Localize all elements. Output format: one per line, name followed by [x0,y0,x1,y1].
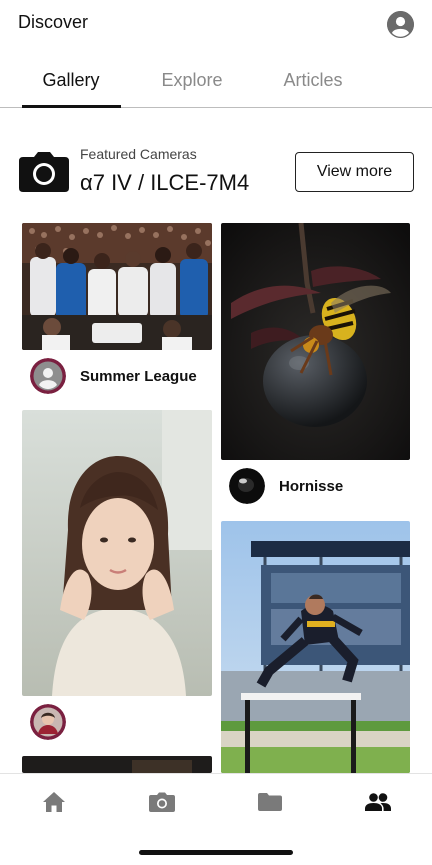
account-circle-icon[interactable] [387,11,414,38]
nav-folder[interactable] [256,790,284,814]
home-icon [43,792,65,812]
author-name: Hornisse [279,477,344,495]
hurdle-jumper-photo[interactable] [221,521,410,773]
home-indicator [139,850,293,855]
nav-camera[interactable] [148,790,176,814]
featured-cameras-section: Featured Cameras α7 IV / ILCE-7M4 View m… [0,140,432,206]
avatar [30,358,66,394]
nav-people[interactable] [364,790,392,814]
active-tab-indicator [22,105,121,108]
camera-icon [19,152,69,192]
avatar [30,704,66,740]
bottom-navigation-bar [0,773,432,831]
tab-bar: Gallery Explore Articles [0,60,432,108]
people-icon [365,793,391,811]
author-row[interactable]: Hornisse [229,468,343,504]
author-row[interactable] [30,704,80,740]
basketball-team-huddle-photo[interactable] [22,223,212,350]
nav-home[interactable] [40,790,68,814]
hornet-macro-photo[interactable] [221,223,410,460]
tab-explore[interactable]: Explore [137,70,247,91]
author-name: Summer League [80,367,197,385]
tab-articles[interactable]: Articles [258,70,368,91]
view-more-button[interactable]: View more [295,152,414,192]
camera-icon [149,792,175,812]
tab-gallery[interactable]: Gallery [16,70,126,91]
avatar [229,468,265,504]
camera-model-title[interactable]: α7 IV / ILCE-7M4 [80,170,249,196]
folder-icon [258,793,282,811]
page-title: Discover [18,12,89,32]
app-header: Discover [0,0,432,48]
featured-label: Featured Cameras [80,146,197,162]
dark-partial-photo[interactable] [22,756,212,773]
author-row[interactable]: Summer League [30,358,197,394]
woman-portrait-photo[interactable] [22,410,212,696]
